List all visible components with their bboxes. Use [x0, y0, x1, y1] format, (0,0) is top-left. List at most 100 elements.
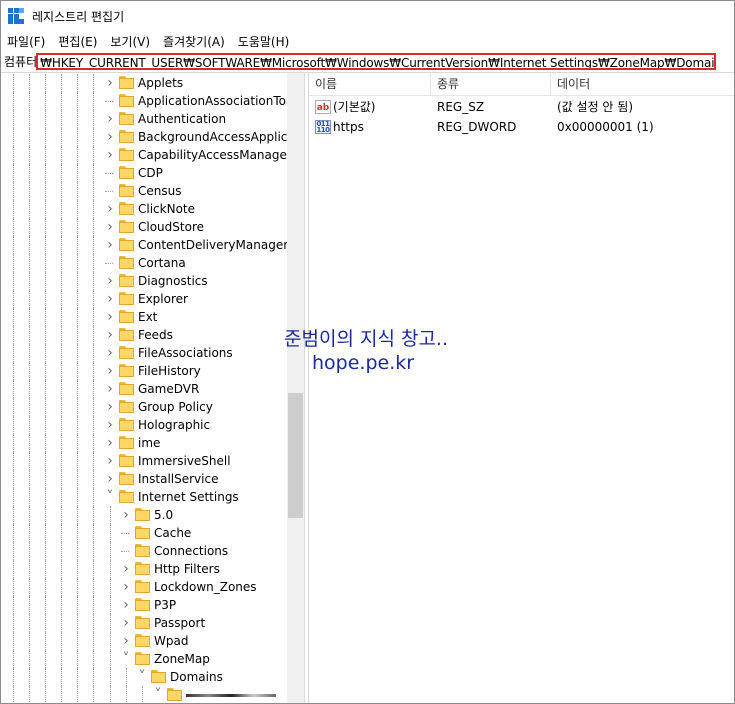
tree-item[interactable]: ˅ — [1, 686, 287, 703]
tree-item-label: CapabilityAccessManager — [138, 148, 287, 162]
chevron-right-icon[interactable]: › — [121, 634, 131, 648]
tree-item[interactable]: Connections — [1, 542, 287, 560]
tree-guide-line — [45, 110, 47, 128]
tree-item-label: CloudStore — [138, 220, 204, 234]
chevron-right-icon[interactable]: › — [105, 364, 115, 378]
tree-item[interactable]: › Feeds — [1, 326, 287, 344]
scroll-thumb[interactable] — [288, 393, 303, 518]
tree-guide-line — [45, 668, 47, 686]
chevron-right-icon[interactable]: › — [105, 454, 115, 468]
tree-item[interactable]: › InstallService — [1, 470, 287, 488]
tree-item[interactable]: › Applets — [1, 74, 287, 92]
chevron-down-icon[interactable]: ˅ — [105, 490, 115, 504]
tree-item[interactable]: CDP — [1, 164, 287, 182]
chevron-right-icon[interactable]: › — [105, 292, 115, 306]
folder-icon — [119, 166, 135, 180]
chevron-right-icon[interactable]: › — [105, 238, 115, 252]
address-bar[interactable]: 컴퓨터 ₩HKEY_CURRENT_USER₩SOFTWARE₩Microsof… — [1, 51, 734, 72]
tree-item[interactable]: › Http Filters — [1, 560, 287, 578]
tree-item[interactable]: Cache — [1, 524, 287, 542]
tree-guide-line — [77, 74, 79, 92]
chevron-right-icon[interactable]: › — [121, 616, 131, 630]
chevron-right-icon[interactable]: › — [105, 274, 115, 288]
chevron-right-icon[interactable]: › — [121, 598, 131, 612]
tree-item[interactable]: › Group Policy — [1, 398, 287, 416]
chevron-down-icon[interactable]: ˅ — [137, 670, 147, 684]
tree-item[interactable]: › FileHistory — [1, 362, 287, 380]
menu-file[interactable]: 파일(F) — [1, 33, 52, 50]
tree-item[interactable]: ˅ Domains — [1, 668, 287, 686]
tree-guide-line — [13, 416, 15, 434]
tree-item[interactable]: › CapabilityAccessManager — [1, 146, 287, 164]
tree-item[interactable]: › Lockdown_Zones — [1, 578, 287, 596]
tree-item[interactable]: › BackgroundAccessApplications — [1, 128, 287, 146]
menu-view[interactable]: 보기(V) — [104, 33, 157, 50]
chevron-right-icon[interactable]: › — [105, 220, 115, 234]
chevron-right-icon[interactable]: › — [105, 328, 115, 342]
tree-item[interactable]: › ImmersiveShell — [1, 452, 287, 470]
menu-help[interactable]: 도움말(H) — [232, 33, 297, 50]
tree-item[interactable]: › ime — [1, 434, 287, 452]
tree-item[interactable]: › Ext — [1, 308, 287, 326]
tree-item[interactable]: › P3P — [1, 596, 287, 614]
tree-item[interactable]: ˅ Internet Settings — [1, 488, 287, 506]
chevron-right-icon[interactable]: › — [121, 562, 131, 576]
tree-item[interactable]: ˅ ZoneMap — [1, 650, 287, 668]
column-header-data[interactable]: 데이터 — [551, 73, 734, 95]
tree-item[interactable]: › Passport — [1, 614, 287, 632]
tree-item[interactable]: › CloudStore — [1, 218, 287, 236]
tree-guide-line — [77, 92, 79, 110]
values-list-pane[interactable]: 이름 종류 데이터 ab (기본값) REG_SZ (값 설정 안 됨) 011… — [309, 73, 734, 703]
tree-item[interactable]: › FileAssociations — [1, 344, 287, 362]
tree-guide-line — [29, 614, 31, 632]
tree-guide-line — [29, 416, 31, 434]
chevron-right-icon[interactable]: › — [105, 346, 115, 360]
tree-guide-line — [45, 344, 47, 362]
chevron-right-icon[interactable]: › — [105, 112, 115, 126]
address-path-field[interactable]: ₩HKEY_CURRENT_USER₩SOFTWARE₩Microsoft₩Wi… — [36, 53, 717, 70]
tree-item[interactable]: › ClickNote — [1, 200, 287, 218]
tree-guide-line — [45, 686, 47, 703]
menu-edit[interactable]: 편집(E) — [52, 33, 104, 50]
chevron-right-icon[interactable]: › — [121, 508, 131, 522]
tree-item[interactable]: › ContentDeliveryManager — [1, 236, 287, 254]
tree-item[interactable]: › Explorer — [1, 290, 287, 308]
tree-item[interactable]: Census — [1, 182, 287, 200]
chevron-right-icon[interactable]: › — [105, 418, 115, 432]
value-row-default[interactable]: ab (기본값) REG_SZ (값 설정 안 됨) — [309, 97, 734, 117]
tree-guide-line — [93, 92, 95, 110]
chevron-right-icon[interactable]: › — [105, 310, 115, 324]
tree-item[interactable]: › 5.0 — [1, 506, 287, 524]
chevron-right-icon[interactable]: › — [105, 76, 115, 90]
folder-icon — [119, 220, 135, 234]
tree-item[interactable]: › Holographic — [1, 416, 287, 434]
chevron-right-icon[interactable]: › — [105, 148, 115, 162]
column-header-type[interactable]: 종류 — [431, 73, 551, 95]
chevron-right-icon[interactable]: › — [105, 382, 115, 396]
menu-bar: 파일(F) 편집(E) 보기(V) 즐겨찾기(A) 도움말(H) — [1, 31, 734, 51]
chevron-down-icon[interactable]: ˅ — [153, 688, 163, 702]
column-header-name[interactable]: 이름 — [309, 73, 431, 95]
tree-item[interactable]: › Authentication — [1, 110, 287, 128]
tree-item[interactable]: › GameDVR — [1, 380, 287, 398]
chevron-right-icon[interactable]: › — [105, 472, 115, 486]
chevron-right-icon[interactable]: › — [121, 580, 131, 594]
tree-item[interactable]: › Wpad — [1, 632, 287, 650]
chevron-down-icon[interactable]: ˅ — [121, 652, 131, 666]
chevron-right-icon[interactable]: › — [105, 202, 115, 216]
chevron-right-icon[interactable]: › — [105, 436, 115, 450]
tree-guide-line — [13, 200, 15, 218]
key-tree-pane[interactable]: › Applets ApplicationAssociationToasts › Aut… — [1, 73, 287, 703]
chevron-right-icon[interactable]: › — [105, 130, 115, 144]
tree-guide-line — [77, 470, 79, 488]
tree-item-label: Holographic — [138, 418, 211, 432]
tree-item[interactable]: Cortana — [1, 254, 287, 272]
tree-item[interactable]: › Diagnostics — [1, 272, 287, 290]
value-type: REG_SZ — [437, 100, 485, 114]
tree-item[interactable]: ApplicationAssociationToasts — [1, 92, 287, 110]
redacted-label — [186, 694, 276, 697]
chevron-right-icon[interactable]: › — [105, 400, 115, 414]
menu-favorites[interactable]: 즐겨찾기(A) — [157, 33, 232, 50]
value-row-https[interactable]: 011 110 https REG_DWORD 0x00000001 (1) — [309, 117, 734, 137]
tree-scrollbar[interactable] — [287, 73, 304, 703]
